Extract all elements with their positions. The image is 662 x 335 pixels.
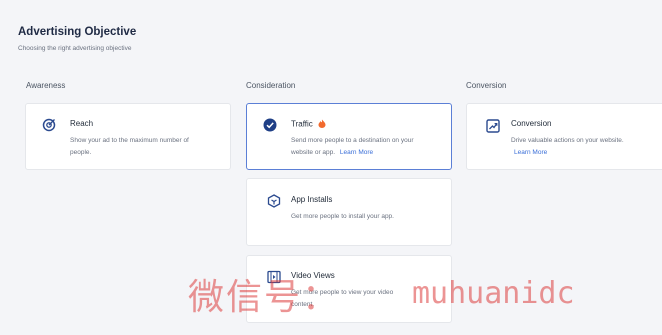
watermark-text-cn: 微信号： [188,277,341,318]
column-label-awareness: Awareness [26,81,66,90]
objective-card-traffic[interactable]: Traffic Send more people to a destinatio… [246,103,452,170]
trend-up-icon [486,119,500,133]
target-icon [42,118,56,132]
page-title: Advertising Objective [18,26,137,38]
card-desc-line: Send more people to a destination on you… [291,137,414,144]
card-desc-line: Get more people to install your app. [291,213,394,220]
page-header: Advertising Objective Choosing the right… [18,26,136,52]
fire-icon [318,119,326,130]
learn-more-link[interactable]: Learn More [340,149,373,156]
card-title: Traffic [291,119,326,130]
objective-card-app-installs[interactable]: App Installs Get more people to install … [246,178,452,246]
card-desc-line: Show your ad to the maximum number of [70,137,189,144]
column-label-conversion: Conversion [466,81,507,90]
card-title: Conversion [511,119,552,128]
card-desc-line: website or app. Learn More [291,147,414,159]
card-description: Drive valuable actions on your website. … [511,135,624,159]
page-subtitle: Choosing the right advertising objective [18,45,132,52]
card-desc-line: Drive valuable actions on your website. [511,137,624,144]
card-description: Show your ad to the maximum number of pe… [70,135,189,159]
check-circle-icon [263,118,277,132]
card-title: App Installs [291,195,333,204]
card-desc-line: people. [70,149,92,156]
objective-card-conversion[interactable]: Conversion Drive valuable actions on you… [466,103,662,170]
column-label-consideration: Consideration [246,81,296,90]
card-desc-line: Learn More [511,147,624,159]
card-title-text: Traffic [291,119,313,129]
watermark-text-en: muhuanidc [412,276,575,311]
card-desc-text: website or app. [291,149,336,156]
cube-icon [267,194,281,208]
card-description: Get more people to install your app. [291,211,394,223]
card-description: Send more people to a destination on you… [291,135,414,159]
objective-card-reach[interactable]: Reach Show your ad to the maximum number… [25,103,231,170]
card-title: Reach [70,119,94,128]
learn-more-link[interactable]: Learn More [514,149,547,156]
